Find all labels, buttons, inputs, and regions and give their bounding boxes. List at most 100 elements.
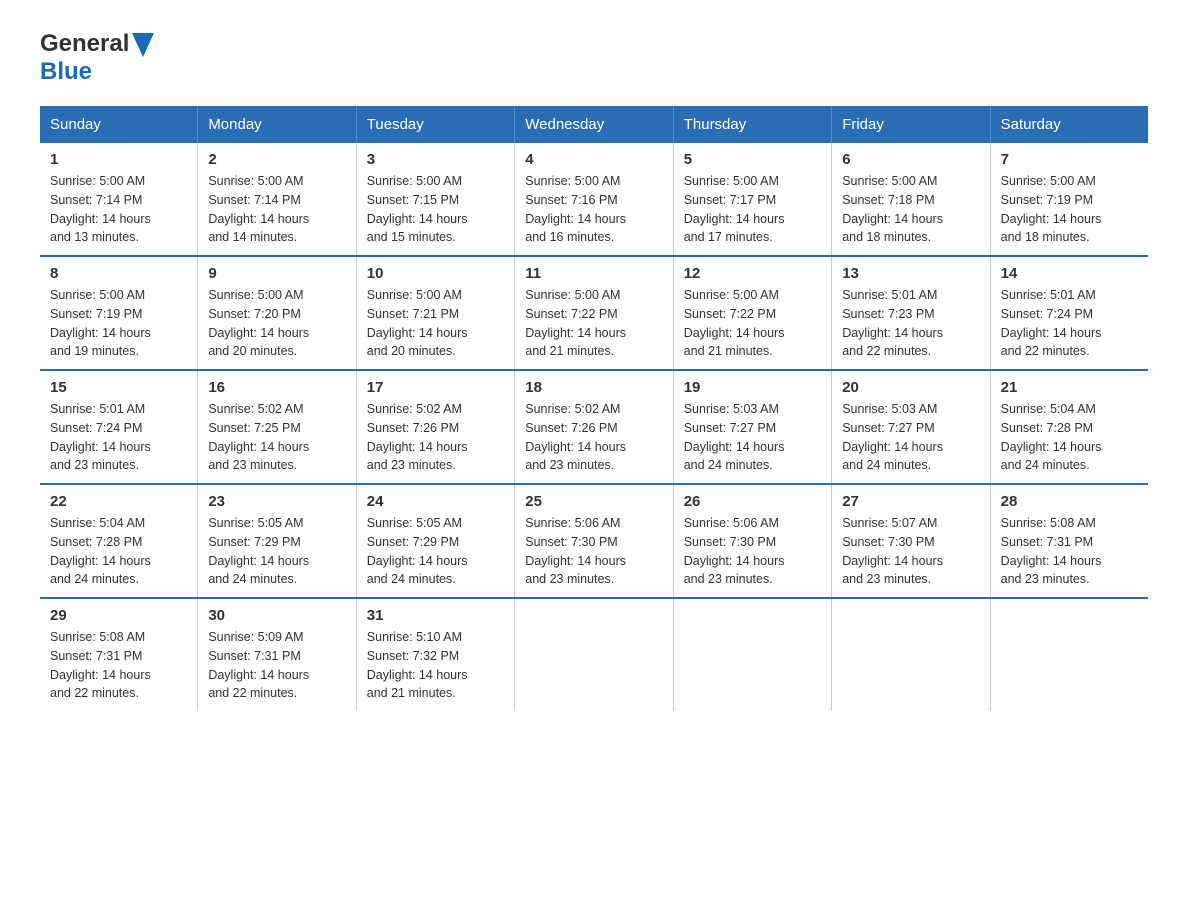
calendar-cell: [515, 598, 673, 711]
day-info: Sunrise: 5:00 AM Sunset: 7:14 PM Dayligh…: [208, 172, 345, 247]
calendar-cell: 17 Sunrise: 5:02 AM Sunset: 7:26 PM Dayl…: [356, 370, 514, 484]
day-info: Sunrise: 5:02 AM Sunset: 7:26 PM Dayligh…: [525, 400, 662, 475]
calendar-cell: 14 Sunrise: 5:01 AM Sunset: 7:24 PM Dayl…: [990, 256, 1148, 370]
calendar-cell: [990, 598, 1148, 711]
day-info: Sunrise: 5:02 AM Sunset: 7:25 PM Dayligh…: [208, 400, 345, 475]
day-info: Sunrise: 5:07 AM Sunset: 7:30 PM Dayligh…: [842, 514, 979, 589]
day-number: 11: [525, 265, 662, 282]
day-number: 21: [1001, 379, 1138, 396]
calendar-cell: 29 Sunrise: 5:08 AM Sunset: 7:31 PM Dayl…: [40, 598, 198, 711]
day-info: Sunrise: 5:00 AM Sunset: 7:18 PM Dayligh…: [842, 172, 979, 247]
day-number: 10: [367, 265, 504, 282]
day-number: 5: [684, 151, 821, 168]
day-info: Sunrise: 5:08 AM Sunset: 7:31 PM Dayligh…: [1001, 514, 1138, 589]
calendar-cell: 4 Sunrise: 5:00 AM Sunset: 7:16 PM Dayli…: [515, 143, 673, 256]
day-number: 1: [50, 151, 187, 168]
calendar-cell: 16 Sunrise: 5:02 AM Sunset: 7:25 PM Dayl…: [198, 370, 356, 484]
day-info: Sunrise: 5:00 AM Sunset: 7:19 PM Dayligh…: [50, 286, 187, 361]
calendar-cell: 12 Sunrise: 5:00 AM Sunset: 7:22 PM Dayl…: [673, 256, 831, 370]
day-number: 13: [842, 265, 979, 282]
day-number: 30: [208, 607, 345, 624]
calendar-cell: [673, 598, 831, 711]
day-info: Sunrise: 5:01 AM Sunset: 7:23 PM Dayligh…: [842, 286, 979, 361]
day-info: Sunrise: 5:00 AM Sunset: 7:20 PM Dayligh…: [208, 286, 345, 361]
logo-blue-text: Blue: [40, 58, 92, 85]
day-info: Sunrise: 5:00 AM Sunset: 7:15 PM Dayligh…: [367, 172, 504, 247]
calendar-cell: [832, 598, 990, 711]
calendar-cell: 1 Sunrise: 5:00 AM Sunset: 7:14 PM Dayli…: [40, 143, 198, 256]
day-info: Sunrise: 5:09 AM Sunset: 7:31 PM Dayligh…: [208, 628, 345, 703]
header-day-saturday: Saturday: [990, 106, 1148, 143]
calendar-week-row: 8 Sunrise: 5:00 AM Sunset: 7:19 PM Dayli…: [40, 256, 1148, 370]
calendar-week-row: 1 Sunrise: 5:00 AM Sunset: 7:14 PM Dayli…: [40, 143, 1148, 256]
day-info: Sunrise: 5:01 AM Sunset: 7:24 PM Dayligh…: [1001, 286, 1138, 361]
day-number: 26: [684, 493, 821, 510]
day-number: 28: [1001, 493, 1138, 510]
day-info: Sunrise: 5:10 AM Sunset: 7:32 PM Dayligh…: [367, 628, 504, 703]
header-day-sunday: Sunday: [40, 106, 198, 143]
day-info: Sunrise: 5:04 AM Sunset: 7:28 PM Dayligh…: [50, 514, 187, 589]
calendar-cell: 25 Sunrise: 5:06 AM Sunset: 7:30 PM Dayl…: [515, 484, 673, 598]
calendar-cell: 15 Sunrise: 5:01 AM Sunset: 7:24 PM Dayl…: [40, 370, 198, 484]
calendar-cell: 8 Sunrise: 5:00 AM Sunset: 7:19 PM Dayli…: [40, 256, 198, 370]
calendar-cell: 3 Sunrise: 5:00 AM Sunset: 7:15 PM Dayli…: [356, 143, 514, 256]
day-info: Sunrise: 5:00 AM Sunset: 7:14 PM Dayligh…: [50, 172, 187, 247]
page-header: General Blue: [40, 30, 1148, 86]
calendar-cell: 9 Sunrise: 5:00 AM Sunset: 7:20 PM Dayli…: [198, 256, 356, 370]
calendar-cell: 26 Sunrise: 5:06 AM Sunset: 7:30 PM Dayl…: [673, 484, 831, 598]
day-number: 31: [367, 607, 504, 624]
calendar-cell: 21 Sunrise: 5:04 AM Sunset: 7:28 PM Dayl…: [990, 370, 1148, 484]
calendar-cell: 13 Sunrise: 5:01 AM Sunset: 7:23 PM Dayl…: [832, 256, 990, 370]
calendar-week-row: 22 Sunrise: 5:04 AM Sunset: 7:28 PM Dayl…: [40, 484, 1148, 598]
calendar-cell: 30 Sunrise: 5:09 AM Sunset: 7:31 PM Dayl…: [198, 598, 356, 711]
day-number: 6: [842, 151, 979, 168]
day-number: 16: [208, 379, 345, 396]
day-number: 12: [684, 265, 821, 282]
header-day-friday: Friday: [832, 106, 990, 143]
day-number: 8: [50, 265, 187, 282]
logo-general-text: General: [40, 30, 129, 58]
day-info: Sunrise: 5:01 AM Sunset: 7:24 PM Dayligh…: [50, 400, 187, 475]
day-number: 7: [1001, 151, 1138, 168]
calendar-cell: 22 Sunrise: 5:04 AM Sunset: 7:28 PM Dayl…: [40, 484, 198, 598]
day-info: Sunrise: 5:04 AM Sunset: 7:28 PM Dayligh…: [1001, 400, 1138, 475]
day-info: Sunrise: 5:00 AM Sunset: 7:22 PM Dayligh…: [525, 286, 662, 361]
calendar-cell: 11 Sunrise: 5:00 AM Sunset: 7:22 PM Dayl…: [515, 256, 673, 370]
logo-arrow-icon: [132, 33, 154, 57]
day-info: Sunrise: 5:00 AM Sunset: 7:17 PM Dayligh…: [684, 172, 821, 247]
calendar-table: SundayMondayTuesdayWednesdayThursdayFrid…: [40, 106, 1148, 711]
day-number: 27: [842, 493, 979, 510]
day-info: Sunrise: 5:00 AM Sunset: 7:21 PM Dayligh…: [367, 286, 504, 361]
header-day-tuesday: Tuesday: [356, 106, 514, 143]
day-number: 18: [525, 379, 662, 396]
logo: General Blue: [40, 30, 154, 86]
day-number: 14: [1001, 265, 1138, 282]
day-info: Sunrise: 5:08 AM Sunset: 7:31 PM Dayligh…: [50, 628, 187, 703]
day-number: 17: [367, 379, 504, 396]
day-number: 15: [50, 379, 187, 396]
day-info: Sunrise: 5:03 AM Sunset: 7:27 PM Dayligh…: [684, 400, 821, 475]
calendar-cell: 18 Sunrise: 5:02 AM Sunset: 7:26 PM Dayl…: [515, 370, 673, 484]
calendar-cell: 6 Sunrise: 5:00 AM Sunset: 7:18 PM Dayli…: [832, 143, 990, 256]
day-number: 9: [208, 265, 345, 282]
day-number: 4: [525, 151, 662, 168]
calendar-cell: 31 Sunrise: 5:10 AM Sunset: 7:32 PM Dayl…: [356, 598, 514, 711]
day-info: Sunrise: 5:02 AM Sunset: 7:26 PM Dayligh…: [367, 400, 504, 475]
day-number: 25: [525, 493, 662, 510]
calendar-header-row: SundayMondayTuesdayWednesdayThursdayFrid…: [40, 106, 1148, 143]
day-number: 23: [208, 493, 345, 510]
day-info: Sunrise: 5:05 AM Sunset: 7:29 PM Dayligh…: [208, 514, 345, 589]
calendar-cell: 28 Sunrise: 5:08 AM Sunset: 7:31 PM Dayl…: [990, 484, 1148, 598]
calendar-cell: 10 Sunrise: 5:00 AM Sunset: 7:21 PM Dayl…: [356, 256, 514, 370]
day-number: 29: [50, 607, 187, 624]
header-day-monday: Monday: [198, 106, 356, 143]
day-number: 20: [842, 379, 979, 396]
day-info: Sunrise: 5:06 AM Sunset: 7:30 PM Dayligh…: [684, 514, 821, 589]
calendar-cell: 24 Sunrise: 5:05 AM Sunset: 7:29 PM Dayl…: [356, 484, 514, 598]
day-number: 2: [208, 151, 345, 168]
day-info: Sunrise: 5:00 AM Sunset: 7:19 PM Dayligh…: [1001, 172, 1138, 247]
day-info: Sunrise: 5:06 AM Sunset: 7:30 PM Dayligh…: [525, 514, 662, 589]
calendar-week-row: 29 Sunrise: 5:08 AM Sunset: 7:31 PM Dayl…: [40, 598, 1148, 711]
day-number: 3: [367, 151, 504, 168]
day-info: Sunrise: 5:03 AM Sunset: 7:27 PM Dayligh…: [842, 400, 979, 475]
